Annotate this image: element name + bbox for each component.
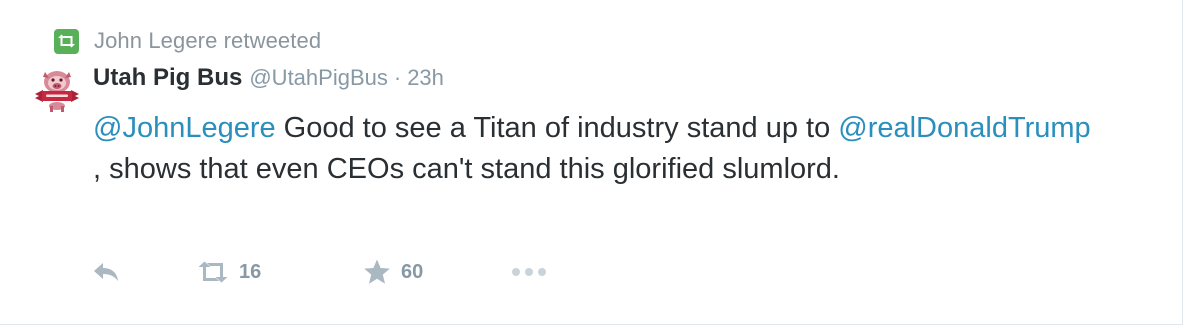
star-icon	[364, 259, 390, 284]
like-button[interactable]: 60	[363, 259, 511, 285]
user-handle[interactable]: @UtahPigBus	[249, 65, 388, 91]
tweet-text: @JohnLegere Good to see a Titan of indus…	[93, 108, 1103, 190]
reply-button[interactable]	[93, 262, 197, 282]
retweet-context-text[interactable]: John Legere retweeted	[94, 28, 321, 54]
more-dots-icon	[512, 268, 546, 276]
retweet-count: 16	[239, 260, 262, 283]
separator-dot: ·	[393, 65, 402, 90]
tweet-header: Utah Pig Bus @UtahPigBus · 23h	[93, 64, 444, 94]
avatar[interactable]	[33, 66, 81, 114]
mention-link-realdonaldtrump[interactable]: @realDonaldTrump	[838, 112, 1090, 144]
more-button[interactable]	[511, 267, 551, 277]
display-name[interactable]: Utah Pig Bus	[93, 64, 242, 92]
retweet-context: John Legere retweeted	[54, 28, 321, 54]
tweet-card[interactable]: John Legere retweeted Utah Pig Bus @Utah…	[0, 0, 1183, 325]
timestamp[interactable]: 23h	[407, 65, 444, 91]
reply-icon	[94, 263, 118, 281]
retweet-button[interactable]: 16	[197, 261, 363, 284]
tweet-text-segment-1: Good to see a Titan of industry stand up…	[275, 112, 839, 144]
like-count: 60	[401, 260, 424, 283]
tweet-actions: 16 60	[93, 254, 551, 290]
retweet-icon	[198, 261, 228, 283]
tweet-text-segment-2: , shows that even CEOs can't stand this …	[93, 153, 840, 185]
mention-link-johnlegere[interactable]: @JohnLegere	[93, 112, 276, 144]
retweet-badge-icon	[54, 28, 79, 54]
pig-logo-icon	[35, 71, 79, 112]
